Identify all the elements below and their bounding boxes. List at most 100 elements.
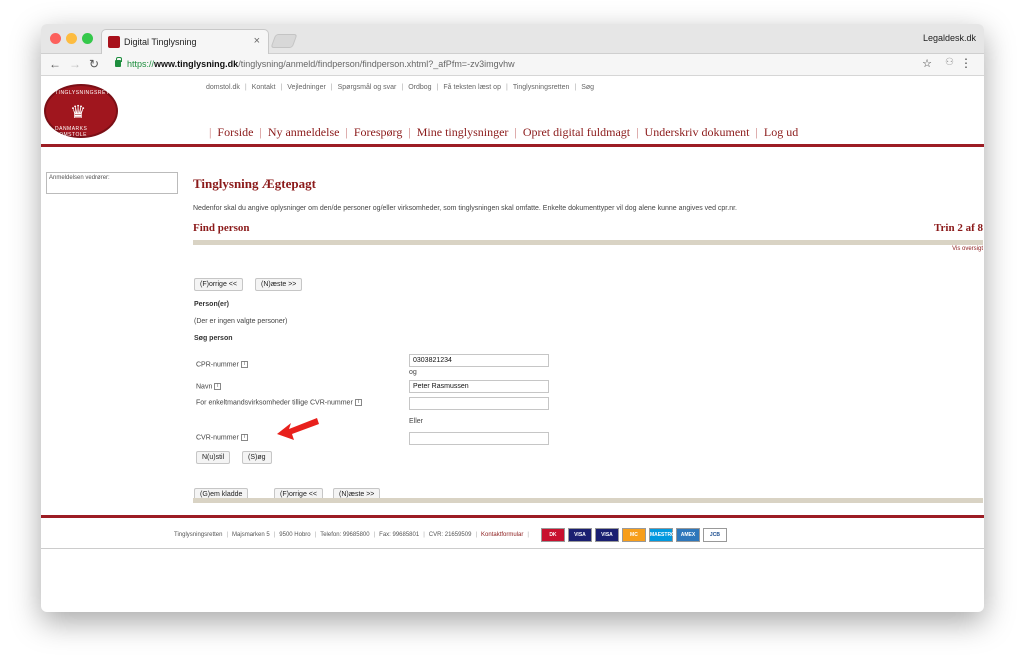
- footer-item: Majsmarken 5: [232, 532, 270, 538]
- footer-item: Tinglysningsretten: [174, 532, 223, 538]
- page-title: Tinglysning Ægtepagt: [193, 176, 316, 191]
- address-bar[interactable]: https://www.tinglysning.dk/tinglysning/a…: [109, 57, 939, 73]
- nav-item-ny-anmeldelse[interactable]: Ny anmeldelse: [268, 125, 340, 140]
- info-icon[interactable]: i: [214, 383, 222, 390]
- reset-button[interactable]: N(u)stil: [196, 451, 231, 464]
- menu-dots-icon[interactable]: ⋮: [960, 56, 972, 70]
- main-content: Tinglysning Ægtepagt Nedenfor skal du an…: [193, 176, 983, 501]
- bookmark-star-icon[interactable]: ☆: [922, 57, 932, 70]
- cpr-label: CPR-nummer i: [196, 361, 248, 368]
- jcb-icon: JCB: [702, 528, 727, 542]
- minimize-window-button[interactable]: [66, 33, 77, 44]
- next-button-top[interactable]: (N)æste >>: [255, 278, 303, 291]
- footer: Tinglysningsretten | Majsmarken 5 | 9500 H…: [174, 528, 730, 542]
- og-text: og: [409, 369, 417, 376]
- browser-toolbar: ← → ↻ https://www.tinglysning.dk/tinglys…: [41, 54, 984, 76]
- favicon-icon: [108, 36, 120, 48]
- maximize-window-button[interactable]: [82, 33, 93, 44]
- cvr-extra-input[interactable]: [409, 397, 549, 410]
- visa-icon: VISA: [567, 528, 592, 542]
- url-scheme: https://: [127, 59, 155, 69]
- cvr-input[interactable]: [409, 432, 549, 445]
- extension-icon[interactable]: ⚇: [945, 57, 954, 68]
- content-bottom-divider: [193, 498, 983, 503]
- mastercard-icon: MC: [621, 528, 646, 542]
- info-icon[interactable]: i: [354, 399, 362, 406]
- section-header: Find person Trin 2 af 8: [193, 222, 983, 234]
- top-link[interactable]: Søg: [581, 84, 594, 91]
- info-icon[interactable]: i: [240, 361, 248, 368]
- back-arrow-icon[interactable]: ←: [49, 57, 61, 71]
- footer-item: CVR: 21659509: [428, 532, 472, 538]
- name-label-text: Navn: [196, 383, 213, 391]
- top-link[interactable]: Spørgsmål og svar: [338, 84, 397, 91]
- footer-divider: [41, 515, 984, 518]
- eller-text: Eller: [409, 418, 424, 425]
- nav-item-mine-tinglysninger[interactable]: Mine tinglysninger: [417, 125, 509, 140]
- top-links: domstol.dk | Kontakt | Vejledninger | Spørg…: [206, 84, 595, 91]
- nav-item-forside[interactable]: Forside: [217, 125, 253, 140]
- search-button[interactable]: (S)øg: [242, 451, 272, 464]
- cpr-label-text: CPR-nummer: [196, 361, 239, 369]
- crown-icon: ♛: [70, 102, 87, 122]
- logo-bottom-text: DANMARKS DOMSTOLE: [55, 126, 88, 138]
- main-nav: | Forside | Ny anmeldelse | Forespørg | Mine…: [209, 125, 799, 140]
- name-input[interactable]: [409, 380, 549, 393]
- persons-heading: Person(er): [194, 301, 230, 308]
- contact-form-link[interactable]: Kontaktformular: [481, 532, 523, 538]
- nav-item-underskriv[interactable]: Underskriv dokument: [645, 125, 750, 140]
- profile-name[interactable]: Legaldesk.dk: [923, 33, 976, 43]
- forward-arrow-icon[interactable]: →: [69, 57, 81, 71]
- section-title: Find person: [193, 222, 250, 234]
- url-host: www.tinglysning.dk: [154, 59, 239, 69]
- red-arrow-annotation: [277, 418, 319, 440]
- overview-link[interactable]: Vis oversigt: [952, 246, 983, 252]
- top-link[interactable]: Tinglysningsretten: [513, 84, 570, 91]
- dankort-icon: DK: [540, 528, 565, 542]
- tab-close-icon[interactable]: ×: [254, 35, 260, 47]
- site-header: TINGLYSNINGSRETTEN ♛ DANMARKS DOMSTOLE d…: [41, 76, 984, 146]
- intro-text: Nedenfor skal du angive oplysninger om d…: [193, 205, 737, 212]
- logo-top-text: TINGLYSNINGSRETTEN: [55, 90, 121, 96]
- browser-tab[interactable]: Digital Tinglysning ×: [101, 29, 269, 54]
- name-label: Navn i: [196, 383, 222, 391]
- visa-electron-icon: VISA: [594, 528, 619, 542]
- tab-title: Digital Tinglysning: [124, 37, 197, 47]
- maestro-icon: MAESTRO: [648, 528, 675, 542]
- footer-item: Telefon: 99685800: [320, 532, 370, 538]
- top-link[interactable]: Vejledninger: [287, 84, 326, 91]
- page-bottom-rule: [41, 548, 984, 549]
- new-tab-button[interactable]: [270, 34, 298, 48]
- close-window-button[interactable]: [50, 33, 61, 44]
- persons-empty-text: (Der er ingen valgte personer): [194, 318, 288, 325]
- top-link[interactable]: Få teksten læst op: [443, 84, 501, 91]
- info-icon[interactable]: i: [240, 434, 248, 441]
- title-bar: Digital Tinglysning × Legaldesk.dk: [41, 24, 984, 54]
- section-divider: [193, 240, 983, 245]
- prev-button-top[interactable]: (F)orrige <<: [194, 278, 243, 291]
- top-link[interactable]: Ordbog: [408, 84, 431, 91]
- cvr-label-text: CVR-nummer: [196, 434, 239, 442]
- url-text[interactable]: https://www.tinglysning.dk/tinglysning/a…: [127, 59, 515, 69]
- footer-item: 9500 Hobro: [279, 532, 311, 538]
- cpr-input[interactable]: [409, 354, 549, 367]
- nav-item-foresporg[interactable]: Forespørg: [354, 125, 402, 140]
- reload-icon[interactable]: ↻: [89, 57, 99, 71]
- site-logo[interactable]: TINGLYSNINGSRETTEN ♛ DANMARKS DOMSTOLE: [44, 84, 121, 138]
- lock-icon: [115, 57, 122, 67]
- browser-window: Digital Tinglysning × Legaldesk.dk ← → ↻…: [41, 24, 984, 612]
- sidebar-box-label: Anmeldelsen vedrører:: [49, 175, 110, 181]
- footer-item: Fax: 99685801: [379, 532, 420, 538]
- amex-icon: AMEX: [675, 528, 700, 542]
- url-path: /tinglysning/anmeld/findperson/findperso…: [238, 59, 515, 69]
- sidebar-box: Anmeldelsen vedrører:: [46, 172, 178, 194]
- payment-cards: DK VISA VISA MC MAESTRO AMEX JCB: [540, 528, 730, 542]
- top-link[interactable]: Kontakt: [252, 84, 276, 91]
- nav-item-log-ud[interactable]: Log ud: [764, 125, 798, 140]
- cvr-extra-label: For enkeltmandsvirksomheder tillige CVR-…: [196, 399, 362, 406]
- top-link[interactable]: domstol.dk: [206, 84, 240, 91]
- search-heading: Søg person: [194, 335, 233, 342]
- nav-item-opret-fuldmagt[interactable]: Opret digital fuldmagt: [523, 125, 630, 140]
- cvr-label: CVR-nummer i: [196, 434, 248, 441]
- header-divider: [41, 144, 984, 147]
